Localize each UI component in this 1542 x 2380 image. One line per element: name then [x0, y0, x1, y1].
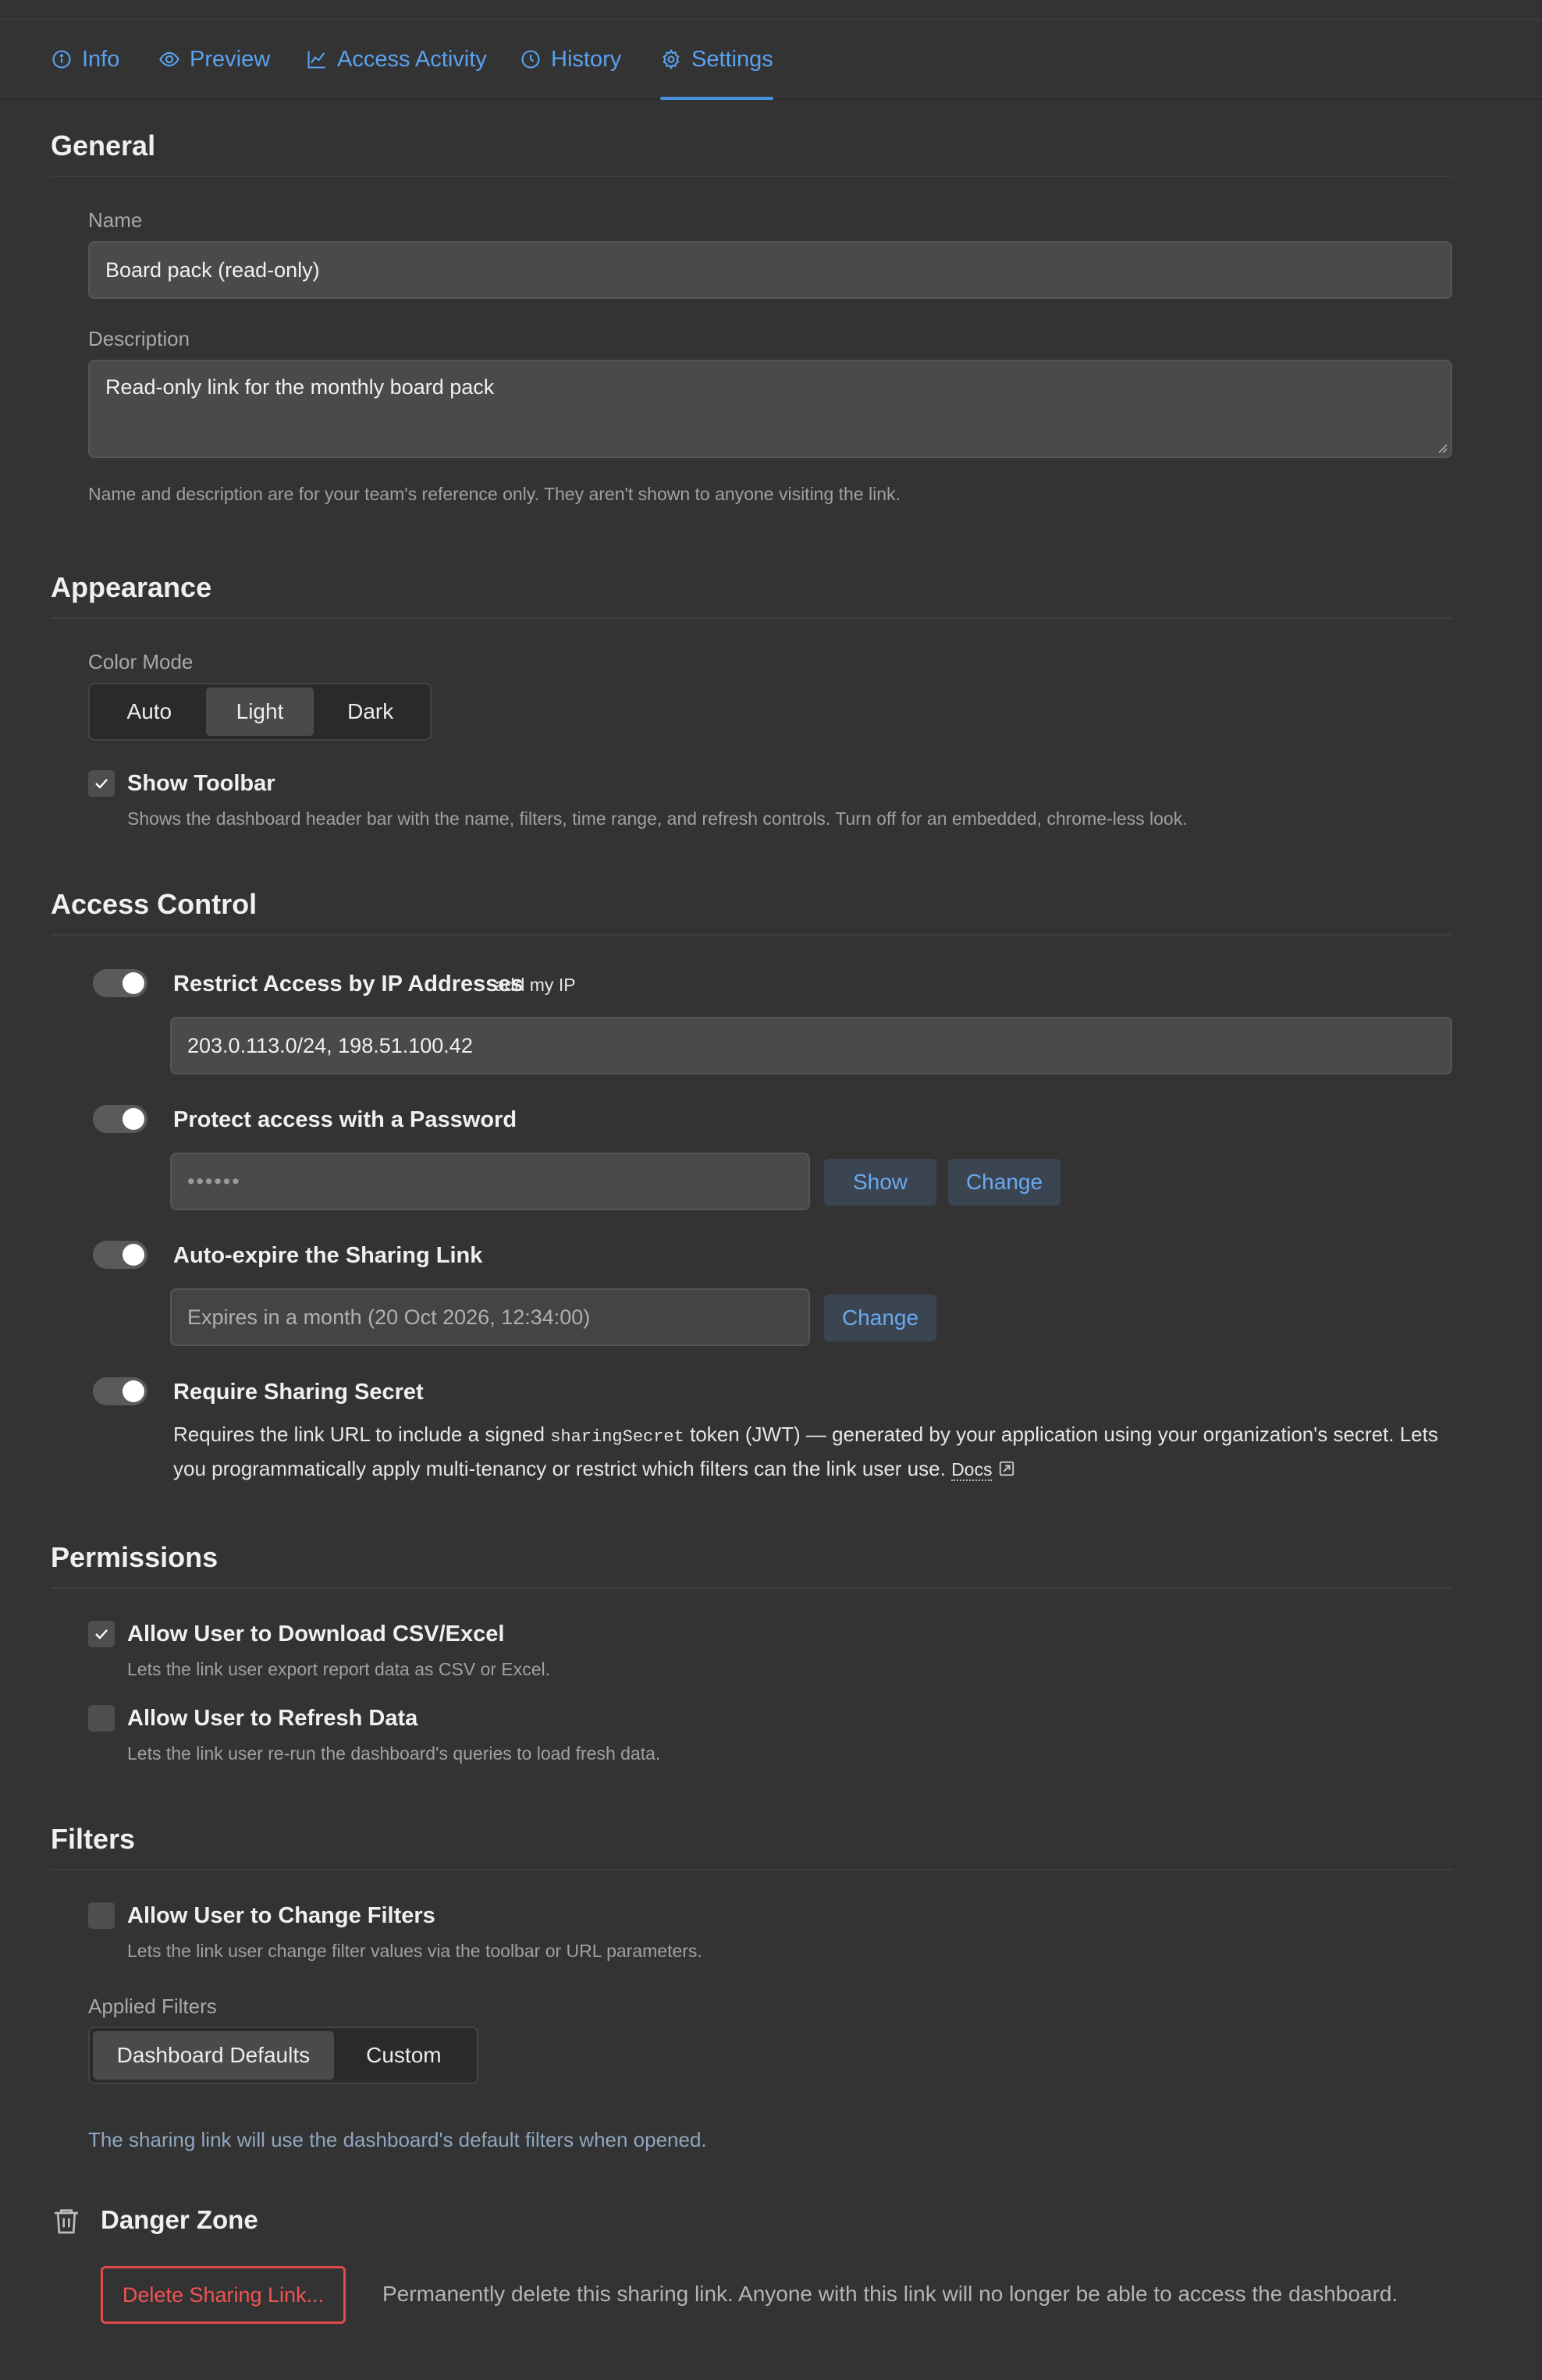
refresh-checkbox[interactable]	[88, 1705, 115, 1732]
tab-label: Access Activity	[337, 46, 487, 72]
appearance-title: Appearance	[51, 571, 212, 603]
password-toggle[interactable]	[93, 1105, 147, 1133]
auto-expire-label: Auto-expire the Sharing Link	[173, 1243, 483, 1268]
secret-code: sharingSecret	[550, 1427, 684, 1447]
tab-label: History	[551, 46, 622, 72]
auto-expire-toggle[interactable]	[93, 1241, 147, 1269]
delete-sharing-link-button[interactable]: Delete Sharing Link...	[101, 2266, 346, 2324]
description-textarea[interactable]: Read-only link for the monthly board pac…	[88, 360, 1452, 458]
change-password-button[interactable]: Change	[948, 1159, 1061, 1206]
change-filters-hint: Lets the link user change filter values …	[127, 1941, 702, 1961]
general-hint: Name and description are for your team's…	[88, 484, 901, 504]
add-my-ip-link[interactable]: add my IP	[495, 975, 576, 996]
clock-icon	[521, 50, 540, 69]
color-mode-auto[interactable]: Auto	[93, 687, 206, 736]
password-label: Protect access with a Password	[173, 1107, 517, 1132]
filters-title: Filters	[51, 1823, 136, 1855]
tab-settings[interactable]: Settings	[660, 20, 773, 100]
section-divider	[51, 176, 1452, 177]
color-mode-light[interactable]: Light	[205, 687, 314, 736]
section-divider	[51, 617, 1452, 619]
gear-icon	[663, 48, 680, 70]
section-divider	[51, 1587, 1452, 1589]
ip-addresses-input[interactable]: 203.0.113.0/24, 198.51.100.42	[170, 1017, 1452, 1075]
tab-label: Settings	[691, 46, 773, 72]
danger-zone-title: Danger Zone	[101, 2205, 258, 2234]
section-divider	[51, 934, 1452, 936]
filters-note: The sharing link will use the dashboard'…	[88, 2128, 707, 2151]
sharing-secret-toggle[interactable]	[93, 1377, 147, 1405]
password-input[interactable]: ••••••	[170, 1153, 810, 1210]
description-label: Description	[88, 327, 190, 350]
tab-info[interactable]: Info	[51, 20, 119, 98]
tab-history[interactable]: History	[520, 20, 621, 98]
color-mode-dark[interactable]: Dark	[314, 687, 427, 736]
expiry-input[interactable]: Expires in a month (20 Oct 2026, 12:34:0…	[170, 1288, 810, 1346]
resize-grip-icon[interactable]	[1437, 442, 1448, 453]
eye-icon	[159, 52, 179, 67]
show-password-button[interactable]: Show	[824, 1159, 936, 1206]
tab-label: Preview	[190, 46, 271, 72]
show-toolbar-hint: Shows the dashboard header bar with the …	[127, 808, 1188, 829]
delete-hint: Permanently delete this sharing link. An…	[382, 2282, 1398, 2306]
applied-filters-segmented: Dashboard Defaults Custom	[88, 2027, 478, 2084]
show-toolbar-checkbox[interactable]	[88, 770, 115, 797]
filters-custom[interactable]: Custom	[334, 2031, 474, 2080]
color-mode-segmented: Auto Light Dark	[88, 683, 432, 741]
name-label: Name	[88, 208, 143, 232]
show-toolbar-label: Show Toolbar	[127, 771, 275, 796]
tab-label: Info	[82, 46, 120, 72]
general-title: General	[51, 130, 156, 162]
checkmark-icon	[95, 779, 108, 789]
applied-filters-label: Applied Filters	[88, 1995, 217, 2018]
filters-dashboard-defaults[interactable]: Dashboard Defaults	[93, 2031, 334, 2080]
secret-text-before: Requires the link URL to include a signe…	[173, 1423, 551, 1446]
sharing-secret-label: Require Sharing Secret	[173, 1380, 424, 1405]
name-input[interactable]: Board pack (read-only)	[88, 241, 1452, 299]
checkmark-icon	[95, 1629, 108, 1639]
change-filters-checkbox[interactable]	[88, 1902, 115, 1929]
tab-preview[interactable]: Preview	[158, 20, 270, 98]
line-chart-icon	[307, 51, 325, 69]
ip-restrict-toggle[interactable]	[93, 969, 147, 997]
access-control-title: Access Control	[51, 888, 258, 920]
download-label: Allow User to Download CSV/Excel	[127, 1622, 505, 1646]
tab-access-activity[interactable]: Access Activity	[306, 20, 487, 98]
change-filters-label: Allow User to Change Filters	[127, 1903, 435, 1928]
description-text: Read-only link for the monthly board pac…	[105, 375, 495, 399]
settings-panel: Info Preview Access Activity History Set…	[0, 0, 1542, 2380]
info-icon	[52, 50, 71, 69]
download-hint: Lets the link user export report data as…	[127, 1659, 551, 1679]
permissions-title: Permissions	[51, 1541, 219, 1573]
refresh-hint: Lets the link user re-run the dashboard'…	[127, 1743, 661, 1764]
docs-link[interactable]: Docs	[951, 1459, 993, 1481]
tab-bar: Info Preview Access Activity History Set…	[0, 20, 1542, 100]
refresh-label: Allow User to Refresh Data	[127, 1706, 418, 1731]
section-divider	[51, 1869, 1452, 1870]
ip-restrict-label: Restrict Access by IP Addresses	[173, 972, 524, 996]
color-mode-label: Color Mode	[88, 650, 194, 673]
sharing-secret-description: Requires the link URL to include a signe…	[173, 1419, 1461, 1485]
trash-icon	[55, 2209, 78, 2234]
change-expiry-button[interactable]: Change	[824, 1295, 936, 1341]
download-checkbox[interactable]	[88, 1621, 115, 1647]
external-link-icon[interactable]	[998, 1460, 1015, 1477]
